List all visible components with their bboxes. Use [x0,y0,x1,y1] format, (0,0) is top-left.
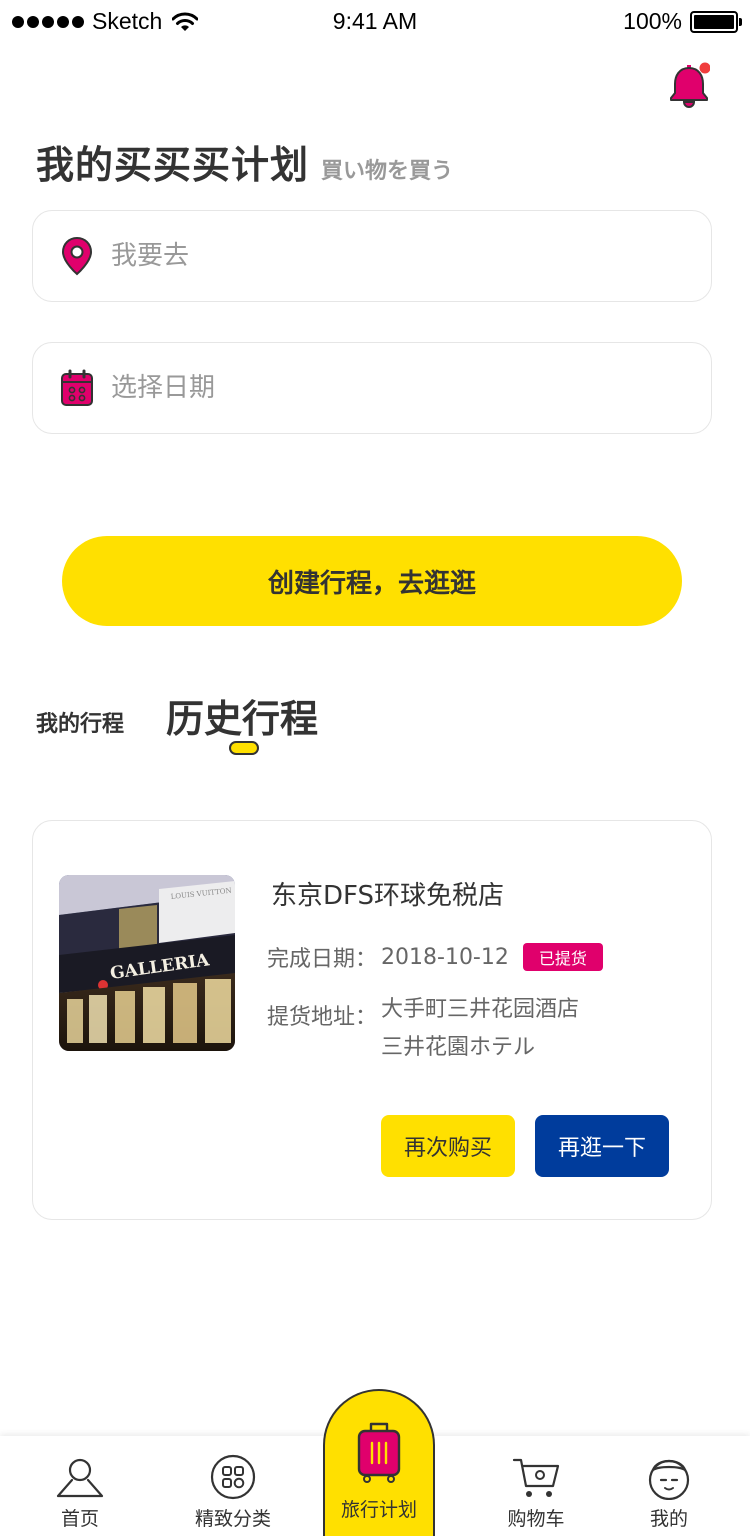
tab-category-label: 精致分类 [194,1508,271,1530]
pickup-address-line-1: 大手町三井花园酒店 [381,997,580,1022]
status-badge: 已提货 [522,943,603,971]
status-right: 100% [623,8,742,35]
cart-icon [512,1458,560,1497]
profile-icon [648,1459,690,1500]
tab-cart-label: 购物车 [507,1508,565,1530]
tab-history-trips[interactable]: 历史行程 [166,688,318,743]
create-trip-button[interactable]: 创建行程，去逛逛 [62,536,682,626]
pickup-address-label: 提货地址： [267,1005,378,1030]
status-bar: Sketch 9:41 AM 100% [0,0,750,44]
date-input[interactable] [111,373,671,403]
location-pin-icon [59,236,95,276]
completion-date-label: 完成日期： [267,947,378,972]
pickup-address-line-2: 三井花園ホテル [381,1035,536,1060]
trip-tabs: 我的行程 历史行程 [36,688,436,758]
calendar-icon [59,368,95,408]
battery-icon [690,10,742,33]
completion-date-value: 2018-10-12 [381,944,509,970]
suitcase-icon [357,1422,401,1483]
destination-field[interactable] [32,210,712,302]
notification-bell-icon[interactable] [668,62,710,108]
browse-again-button[interactable]: 再逛一下 [535,1115,669,1177]
destination-input[interactable] [111,241,671,271]
completion-date-row: 完成日期： 2018-10-12 已提货 [267,941,603,973]
pickup-address: 大手町三井花园酒店 三井花園ホテル [381,991,579,1067]
trip-card: LOUIS VUITTON GALLERIA 东京DFS环球免税店 完成日期： … [32,820,712,1220]
page-title: 我的买买买计划 [36,143,310,187]
tab-travel-plan[interactable]: 旅行计划 [323,1389,435,1536]
tab-profile[interactable]: 我的 [609,1436,729,1536]
tab-category[interactable]: 精致分类 [173,1436,293,1536]
tab-my-trips[interactable]: 我的行程 [36,706,124,738]
page-header: 我的买买买计划 買い物を買う [36,134,453,189]
tab-home-label: 首页 [60,1508,99,1530]
date-field[interactable] [32,342,712,434]
store-name: 东京DFS环球免税店 [271,881,505,911]
battery-percent: 100% [623,8,682,34]
category-icon [210,1454,256,1500]
store-photo: LOUIS VUITTON GALLERIA [59,875,235,1051]
tab-home[interactable]: 首页 [20,1436,140,1536]
tab-profile-label: 我的 [649,1508,688,1530]
tab-travel-plan-label: 旅行计划 [340,1499,417,1521]
active-tab-indicator [229,741,259,755]
buy-again-button[interactable]: 再次购买 [381,1115,515,1177]
pickup-address-row: 提货地址： 大手町三井花园酒店 三井花園ホテル [267,997,579,1067]
tab-cart[interactable]: 购物车 [476,1436,596,1536]
page-subtitle: 買い物を買う [321,159,454,184]
home-icon [56,1458,104,1498]
